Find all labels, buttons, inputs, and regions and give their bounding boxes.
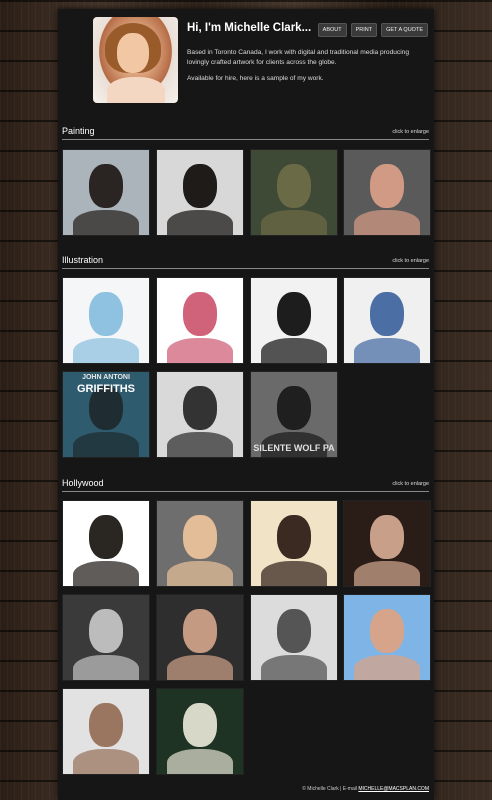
thumbnail[interactable] [62, 500, 150, 587]
thumbnail[interactable] [343, 500, 431, 587]
thumbnail[interactable] [156, 594, 244, 681]
thumbnail[interactable] [156, 277, 244, 364]
thumbnail[interactable] [250, 500, 338, 587]
copyright-text: © Michelle Clark | E-mail [302, 786, 357, 792]
section-header-illustration: Illustration click to enlarge [62, 254, 429, 269]
print-button[interactable]: PRINT [350, 23, 378, 37]
thumbnail[interactable]: SILENTE WOLF PA [250, 371, 338, 458]
thumbnail[interactable] [156, 500, 244, 587]
section-header-hollywood: Hollywood click to enlarge [62, 477, 429, 492]
section-header-painting: Painting click to enlarge [62, 125, 429, 140]
section-title: Illustration [62, 255, 104, 265]
thumbnail[interactable]: JOHN ANTONI GRIFFITHS [62, 371, 150, 458]
thumbnail[interactable] [62, 277, 150, 364]
profile-photo [93, 17, 178, 103]
thumbnail[interactable] [62, 688, 150, 775]
thumbnail[interactable] [250, 594, 338, 681]
bio-text: Based in Toronto Canada, I work with dig… [187, 48, 427, 90]
thumbnail[interactable] [343, 149, 431, 236]
bio-paragraph: Based in Toronto Canada, I work with dig… [187, 49, 410, 66]
get-a-quote-button[interactable]: GET A QUOTE [381, 23, 428, 37]
thumbnail[interactable] [343, 594, 431, 681]
top-nav: ABOUT PRINT GET A QUOTE [317, 23, 428, 37]
footer: © Michelle Clark | E-mail MICHELLE@MACSP… [302, 786, 429, 792]
about-button[interactable]: ABOUT [317, 23, 347, 37]
bio-paragraph: Available for hire, here is a sample of … [187, 75, 324, 82]
thumbnail[interactable] [62, 594, 150, 681]
enlarge-hint: click to enlarge [392, 129, 429, 135]
main-container: Hi, I'm Michelle Clark... ABOUT PRINT GE… [58, 9, 434, 800]
section-title: Painting [62, 126, 95, 136]
section-title: Hollywood [62, 478, 104, 488]
thumbnail[interactable] [343, 277, 431, 364]
email-link[interactable]: MICHELLE@MACSPLAN.COM [358, 786, 429, 792]
thumbnail[interactable] [62, 149, 150, 236]
thumbnail-caption: JOHN ANTONI [82, 374, 130, 381]
header: Hi, I'm Michelle Clark... ABOUT PRINT GE… [93, 17, 428, 113]
thumbnail[interactable] [156, 149, 244, 236]
thumbnail[interactable] [250, 277, 338, 364]
thumbnail[interactable] [250, 149, 338, 236]
thumbnail-caption: SILENTE WOLF PA [253, 443, 335, 453]
page-title: Hi, I'm Michelle Clark... [187, 22, 312, 34]
enlarge-hint: click to enlarge [392, 258, 429, 264]
thumbnail[interactable] [156, 688, 244, 775]
enlarge-hint: click to enlarge [392, 481, 429, 487]
thumbnail[interactable] [156, 371, 244, 458]
thumbnail-caption: GRIFFITHS [76, 383, 136, 395]
